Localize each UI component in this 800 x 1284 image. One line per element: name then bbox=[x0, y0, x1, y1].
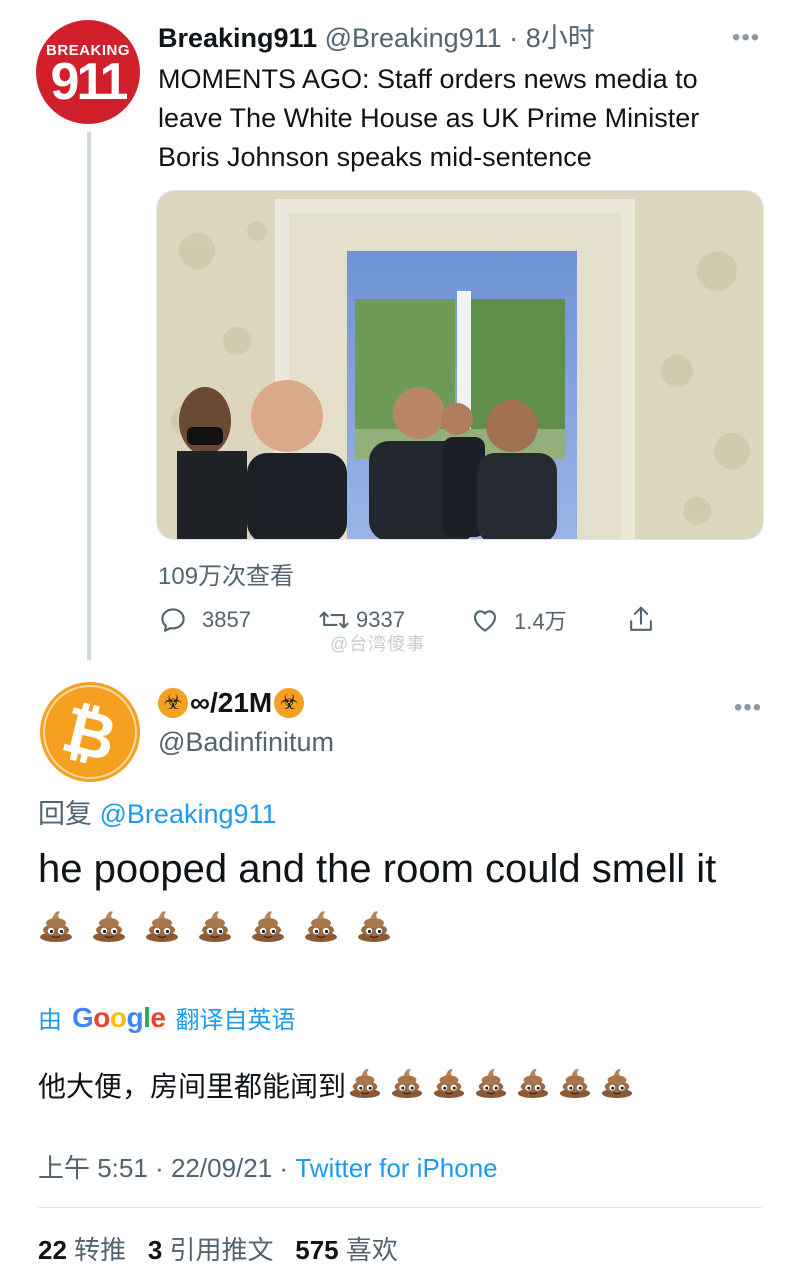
poop-emoji bbox=[356, 906, 392, 947]
parent-tweet-text: MOMENTS AGO: Staff orders news media to … bbox=[158, 60, 778, 177]
quotes-stat[interactable]: 3 引用推文 bbox=[148, 1235, 274, 1265]
parent-handle[interactable]: @Breaking911 bbox=[325, 23, 502, 53]
translated-poop-row bbox=[348, 1064, 642, 1109]
header-separator: · bbox=[509, 23, 519, 53]
like-count: 1.4万 bbox=[514, 609, 567, 634]
biohazard-icon: ☣ bbox=[158, 688, 188, 718]
parent-tweet-header: Breaking911 @Breaking911 · 8小时 bbox=[158, 22, 595, 54]
poop-emoji bbox=[38, 906, 74, 947]
poop-emoji bbox=[250, 906, 286, 947]
poop-emoji bbox=[516, 1064, 550, 1109]
poop-emoji bbox=[197, 906, 233, 947]
heart-icon bbox=[473, 610, 497, 632]
poop-emoji bbox=[600, 1064, 634, 1109]
poop-emoji bbox=[303, 906, 339, 947]
reply-handle[interactable]: @Badinfinitum bbox=[158, 727, 334, 758]
translation-attribution[interactable]: 由 Google 翻译自英语 bbox=[38, 1000, 295, 1035]
avatar-number: 911 bbox=[50, 53, 129, 111]
tweet-meta: 上午 5:51 · 22/09/21 · Twitter for iPhone bbox=[38, 1148, 498, 1185]
quote-total: 3 bbox=[147, 1235, 163, 1265]
view-count: 109万次查看 bbox=[158, 563, 295, 590]
replying-to-line: 回复 @Breaking911 bbox=[38, 792, 277, 831]
poop-emoji bbox=[144, 906, 180, 947]
retweet-label: 转推 bbox=[74, 1235, 127, 1265]
reply-icon bbox=[161, 608, 185, 632]
poop-emoji-icon bbox=[252, 911, 284, 942]
poop-emoji bbox=[91, 906, 127, 947]
meta-separator: · bbox=[155, 1153, 164, 1183]
google-logo: Google bbox=[72, 1001, 166, 1033]
parent-more-icon[interactable]: ••• bbox=[732, 24, 760, 52]
poop-emoji bbox=[390, 1064, 424, 1109]
poop-emoji-icon bbox=[349, 1069, 381, 1098]
poop-emoji-icon bbox=[517, 1069, 549, 1098]
meta-separator: · bbox=[279, 1153, 289, 1183]
video-media[interactable] bbox=[156, 190, 764, 540]
reply-action[interactable]: 3857 bbox=[158, 600, 251, 640]
reply-name-text: ∞/21M bbox=[190, 687, 273, 718]
tweet-stats: 22 转推 3 引用推文 575 喜欢 bbox=[38, 1230, 398, 1267]
poop-emoji-icon bbox=[93, 911, 125, 942]
quote-label: 引用推文 bbox=[169, 1235, 274, 1265]
bitcoin-avatar[interactable]: ₿ bbox=[40, 682, 140, 782]
poop-emoji-icon bbox=[146, 911, 178, 942]
parent-text-line: leave The White House as UK Prime Minist… bbox=[158, 103, 700, 133]
poop-emoji bbox=[558, 1064, 592, 1109]
breaking911-avatar[interactable]: BREAKING 911 bbox=[36, 20, 140, 124]
poop-emoji-icon bbox=[199, 911, 231, 942]
tweet-source-link[interactable]: Twitter for iPhone bbox=[295, 1153, 497, 1183]
stats-divider bbox=[38, 1207, 762, 1208]
poop-emoji-icon bbox=[40, 911, 72, 942]
like-action[interactable]: 1.4万 bbox=[470, 600, 567, 640]
poop-emoji bbox=[432, 1064, 466, 1109]
poop-emoji-icon bbox=[601, 1069, 633, 1098]
reply-more-icon[interactable]: ••• bbox=[734, 694, 762, 722]
parent-text-line: Boris Johnson speaks mid-sentence bbox=[158, 142, 592, 172]
translated-text: 他大便，房间里都能闻到 bbox=[38, 1070, 347, 1102]
parent-display-name[interactable]: Breaking911 bbox=[158, 23, 317, 53]
video-frame bbox=[157, 191, 763, 539]
poop-emoji-icon bbox=[358, 911, 390, 942]
poop-emoji-icon bbox=[559, 1069, 591, 1098]
parent-text-line: MOMENTS AGO: Staff orders news media to bbox=[158, 64, 698, 94]
parent-timestamp[interactable]: 8小时 bbox=[526, 23, 595, 53]
poop-emoji-icon bbox=[305, 911, 337, 942]
likes-stat[interactable]: 575 喜欢 bbox=[295, 1235, 398, 1265]
poop-emoji-row bbox=[38, 906, 409, 947]
reply-display-name[interactable]: ☣ ∞/21M ☣ bbox=[158, 686, 305, 720]
translate-suffix: 翻译自英语 bbox=[175, 1007, 296, 1034]
poop-emoji bbox=[348, 1064, 382, 1109]
reply-prefix: 回复 bbox=[38, 799, 92, 829]
like-total: 575 bbox=[295, 1235, 339, 1265]
reply-mention-link[interactable]: @Breaking911 bbox=[100, 799, 277, 829]
share-icon bbox=[630, 606, 652, 631]
share-action[interactable] bbox=[626, 600, 656, 640]
poop-emoji-icon bbox=[433, 1069, 465, 1098]
retweets-stat[interactable]: 22 转推 bbox=[38, 1235, 126, 1265]
retweet-total: 22 bbox=[38, 1235, 67, 1265]
poop-emoji bbox=[474, 1064, 508, 1109]
poop-emoji-icon bbox=[391, 1069, 423, 1098]
thread-connector-line bbox=[87, 132, 91, 660]
tweet-date: 22/09/21 bbox=[170, 1153, 273, 1183]
bitcoin-icon: ₿ bbox=[40, 682, 140, 782]
translated-text-line: 他大便，房间里都能闻到 bbox=[38, 1064, 642, 1109]
reply-count: 3857 bbox=[202, 607, 251, 632]
poop-emoji-icon bbox=[475, 1069, 507, 1098]
biohazard-icon: ☣ bbox=[274, 688, 305, 718]
reply-tweet-text: he pooped and the room could smell it bbox=[38, 847, 717, 891]
weibo-watermark: @台湾傻事 bbox=[330, 634, 426, 654]
tweet-time: 上午 5:51 bbox=[38, 1153, 148, 1183]
like-label: 喜欢 bbox=[345, 1235, 398, 1265]
translate-prefix: 由 bbox=[38, 1007, 62, 1034]
